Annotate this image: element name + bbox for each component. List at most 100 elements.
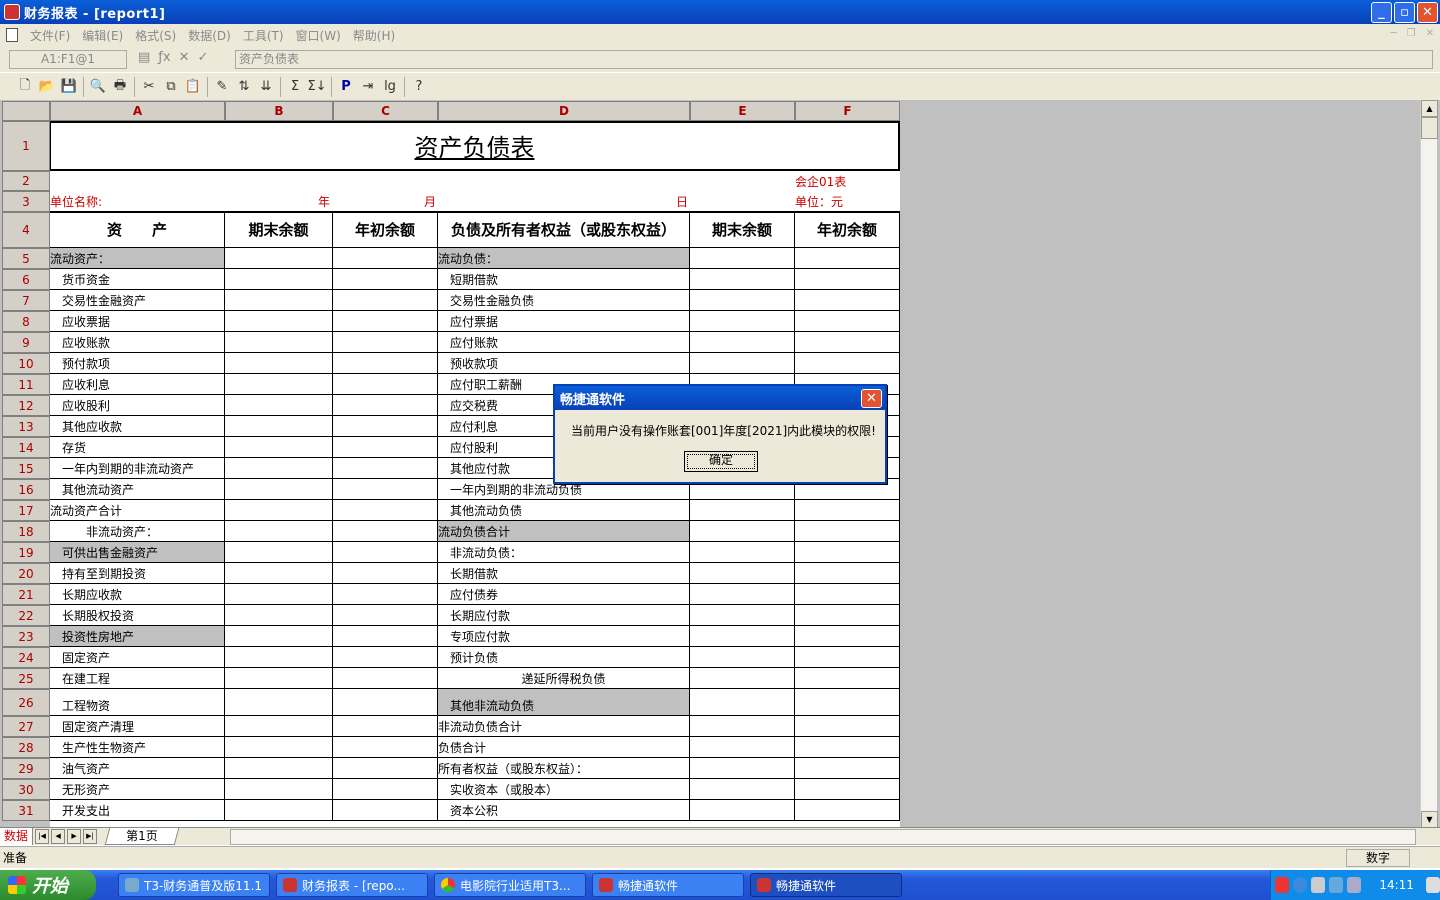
liability-begin-balance[interactable] (795, 626, 900, 647)
liability-item[interactable]: 流动负债： (438, 248, 690, 269)
asset-begin-balance[interactable] (333, 353, 438, 374)
row-header[interactable]: 17 (2, 500, 50, 521)
form-number[interactable]: 会企01表 (795, 171, 900, 191)
formula-input[interactable]: 资产负债表 (235, 50, 1433, 69)
asset-end-balance[interactable] (225, 584, 333, 605)
menu-file[interactable]: 文件(F) (30, 27, 70, 44)
asset-end-balance[interactable] (225, 395, 333, 416)
asset-item[interactable]: 预付款项 (50, 353, 225, 374)
row-header[interactable]: 7 (2, 290, 50, 311)
liability-item[interactable]: 长期借款 (438, 563, 690, 584)
asset-end-balance[interactable] (225, 689, 333, 716)
column-header-f[interactable]: F (795, 101, 900, 121)
save-icon[interactable]: 💾 (58, 76, 80, 98)
asset-begin-balance[interactable] (333, 500, 438, 521)
liability-end-balance[interactable] (690, 500, 795, 521)
dialog-close-icon[interactable]: ✕ (861, 389, 882, 408)
confirm-edit-icon[interactable]: ✓ (197, 50, 208, 65)
asset-begin-balance[interactable] (333, 689, 438, 716)
taskbar-item-chanjet-2[interactable]: 畅捷通软件 (750, 873, 902, 897)
asset-end-balance[interactable] (225, 458, 333, 479)
asset-end-balance[interactable] (225, 479, 333, 500)
column-header-b[interactable]: B (225, 101, 333, 121)
asset-end-balance[interactable] (225, 758, 333, 779)
liability-begin-balance[interactable] (795, 521, 900, 542)
asset-item[interactable]: 非流动资产： (50, 521, 225, 542)
sum-icon[interactable]: Σ (284, 76, 306, 98)
cancel-edit-icon[interactable]: ✕ (179, 50, 190, 65)
row-header[interactable]: 15 (2, 458, 50, 479)
asset-begin-balance[interactable] (333, 479, 438, 500)
liability-item[interactable]: 应付债券 (438, 584, 690, 605)
asset-end-balance[interactable] (225, 248, 333, 269)
asset-end-balance[interactable] (225, 290, 333, 311)
liability-begin-balance[interactable] (795, 584, 900, 605)
liability-item[interactable]: 预收款项 (438, 353, 690, 374)
cell-reference-box[interactable]: A1:F1@1 (9, 50, 127, 69)
asset-begin-balance[interactable] (333, 716, 438, 737)
asset-item[interactable]: 投资性房地产 (50, 626, 225, 647)
asset-begin-balance[interactable] (333, 395, 438, 416)
asset-begin-balance[interactable] (333, 311, 438, 332)
asset-item[interactable]: 存货 (50, 437, 225, 458)
column-header-d[interactable]: D (438, 101, 690, 121)
row-header[interactable]: 29 (2, 758, 50, 779)
column-title-2[interactable]: 年初余额 (333, 212, 438, 248)
liability-item[interactable]: 所有者权益（或股东权益）： (438, 758, 690, 779)
liability-end-balance[interactable] (690, 353, 795, 374)
row-header[interactable]: 19 (2, 542, 50, 563)
sort-icon[interactable]: ⇅ (233, 76, 255, 98)
asset-item[interactable]: 长期股权投资 (50, 605, 225, 626)
column-title-5[interactable]: 年初余额 (795, 212, 900, 248)
horizontal-scrollbar[interactable] (230, 829, 1416, 845)
liability-begin-balance[interactable] (795, 647, 900, 668)
unit-name-label[interactable]: 单位名称: (50, 191, 155, 211)
asset-begin-balance[interactable] (333, 542, 438, 563)
liability-item[interactable]: 非流动负债： (438, 542, 690, 563)
asset-item[interactable]: 持有至到期投资 (50, 563, 225, 584)
row-header[interactable]: 27 (2, 716, 50, 737)
asset-item[interactable]: 生产性生物资产 (50, 737, 225, 758)
network-icon[interactable] (1329, 877, 1344, 893)
taskbar-item-report[interactable]: 财务报表 - [repo... (276, 873, 428, 897)
asset-item[interactable]: 在建工程 (50, 668, 225, 689)
mdi-minimize-icon[interactable]: ─ (1391, 28, 1397, 39)
row-header[interactable]: 3 (2, 191, 50, 212)
menu-data[interactable]: 数据(D) (188, 27, 231, 44)
asset-end-balance[interactable] (225, 668, 333, 689)
asset-item[interactable]: 固定资产清理 (50, 716, 225, 737)
asset-begin-balance[interactable] (333, 668, 438, 689)
taskbar-item-chanjet-1[interactable]: 畅捷通软件 (592, 873, 744, 897)
liability-end-balance[interactable] (690, 269, 795, 290)
asset-begin-balance[interactable] (333, 647, 438, 668)
row-header[interactable]: 2 (2, 171, 50, 191)
asset-begin-balance[interactable] (333, 269, 438, 290)
open-folder-icon[interactable]: 📂 (36, 76, 58, 98)
liability-begin-balance[interactable] (795, 542, 900, 563)
scroll-down-icon[interactable]: ▼ (1421, 811, 1438, 828)
asset-end-balance[interactable] (225, 779, 333, 800)
row-header[interactable]: 14 (2, 437, 50, 458)
minimize-button[interactable]: _ (1371, 2, 1392, 23)
liability-begin-balance[interactable] (795, 779, 900, 800)
row-header[interactable]: 11 (2, 374, 50, 395)
liability-end-balance[interactable] (690, 605, 795, 626)
menu-format[interactable]: 格式(S) (135, 27, 176, 44)
liability-begin-balance[interactable] (795, 332, 900, 353)
row-header[interactable]: 20 (2, 563, 50, 584)
liability-end-balance[interactable] (690, 716, 795, 737)
asset-begin-balance[interactable] (333, 737, 438, 758)
asset-end-balance[interactable] (225, 563, 333, 584)
tray-t-icon[interactable] (1311, 877, 1326, 893)
liability-end-balance[interactable] (690, 248, 795, 269)
scroll-thumb[interactable] (1421, 117, 1438, 139)
liability-begin-balance[interactable] (795, 737, 900, 758)
asset-end-balance[interactable] (225, 647, 333, 668)
column-header-e[interactable]: E (690, 101, 795, 121)
asset-end-balance[interactable] (225, 800, 333, 821)
help-pointer-icon[interactable]: ? (408, 76, 430, 98)
asset-end-balance[interactable] (225, 416, 333, 437)
asset-end-balance[interactable] (225, 500, 333, 521)
asset-item[interactable]: 其他流动资产 (50, 479, 225, 500)
asset-item[interactable]: 无形资产 (50, 779, 225, 800)
